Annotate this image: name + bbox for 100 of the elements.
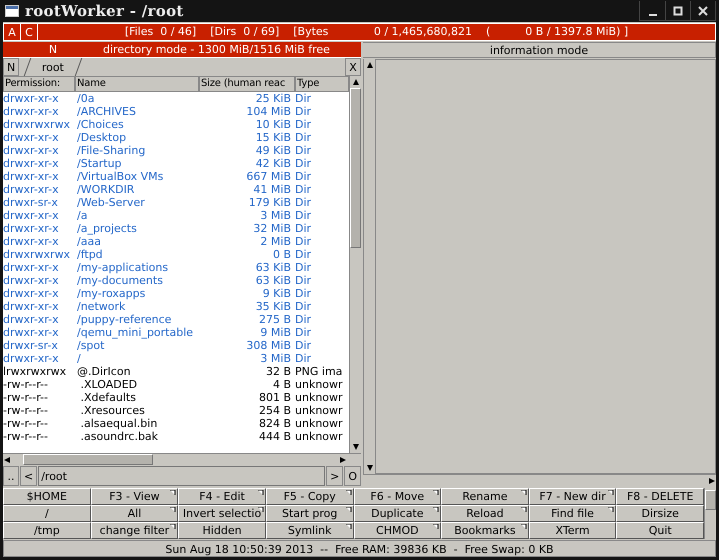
command-button[interactable]: F5 - Copy	[266, 488, 354, 505]
vertical-scrollbar[interactable]	[349, 76, 361, 453]
size-cell-text: 9 MiB	[259, 326, 292, 339]
name-cell-text: @.DirIcon	[76, 365, 132, 378]
new-tab-button[interactable]: N	[3, 58, 20, 76]
permissions-cell-text: drwxr-xr-x	[3, 131, 60, 144]
name-cell-text: /puppy-reference	[76, 313, 172, 326]
command-button[interactable]: Symlink	[266, 522, 354, 539]
close-tab-button[interactable]: X	[345, 58, 361, 76]
mode-label: directory mode - 1300 MiB/1516 MiB free	[103, 42, 330, 57]
forward-button[interactable]: >	[326, 466, 344, 486]
horizontal-scrollbar[interactable]	[3, 453, 361, 465]
column-header[interactable]: Size (human reac	[199, 76, 295, 92]
name-cell-text: /my-roxapps	[76, 287, 146, 300]
command-button[interactable]: Find file	[528, 505, 616, 522]
type-cell-text: Dir	[295, 196, 312, 209]
scroll-thumb[interactable]	[705, 490, 716, 510]
permissions-cell-text: drwxr-xr-x	[3, 92, 60, 105]
size-cell-text: 2 MiB	[259, 235, 292, 248]
type-cell-text: Dir	[295, 235, 312, 248]
scroll-right-icon[interactable]	[708, 476, 716, 484]
name-cell-text: /a_projects	[76, 222, 138, 235]
command-button[interactable]: CHMOD	[354, 522, 442, 539]
name-cell-text: /Desktop	[76, 131, 128, 144]
command-button[interactable]: F7 - New dir	[528, 488, 616, 505]
command-button[interactable]: /	[3, 505, 91, 522]
column-header[interactable]: Type	[295, 76, 349, 92]
command-button[interactable]: Bookmarks	[441, 522, 529, 539]
scroll-thumb[interactable]	[23, 454, 153, 465]
permissions-cell-text: drwxr-xr-x	[3, 170, 60, 183]
column-header[interactable]: Name	[75, 76, 199, 92]
permissions-cell-text: drwxr-xr-x	[3, 352, 60, 365]
parent-dir-button[interactable]: ..	[3, 466, 19, 486]
command-button[interactable]: change filter	[90, 522, 178, 539]
size-cell-text: 63 KiB	[254, 261, 292, 274]
permissions-cell-text: drwxr-xr-x	[3, 313, 60, 326]
permissions-cell-text: drwxr-sr-x	[3, 196, 59, 209]
horizontal-scrollbar[interactable]	[363, 474, 716, 486]
type-cell-text: unknowr	[295, 430, 344, 443]
type-cell-text: Dir	[295, 326, 312, 339]
command-button[interactable]: F4 - Edit	[178, 488, 266, 505]
vertical-scrollbar[interactable]	[363, 59, 375, 474]
permissions-cell-text: drwxr-xr-x	[3, 274, 60, 287]
status-bar: Sun Aug 18 10:50:39 2013 -- Free RAM: 39836 KB - Free Swap: 0 KB	[3, 540, 716, 557]
type-cell-text: Dir	[295, 170, 312, 183]
command-button[interactable]: $HOME	[3, 488, 91, 505]
command-button[interactable]: Reload	[441, 505, 529, 522]
size-cell-text: 10 KiB	[254, 118, 292, 131]
command-button[interactable]: Invert selectio	[178, 505, 266, 522]
command-button[interactable]: Dirsize	[616, 505, 704, 522]
permissions-cell-text: drwxrwxrwx	[3, 248, 72, 261]
command-button[interactable]: /tmp	[3, 522, 91, 539]
tab[interactable]: root	[24, 58, 83, 76]
scroll-up-icon[interactable]	[366, 61, 374, 69]
window-title: rootWorker - /root	[25, 2, 184, 20]
scroll-down-icon[interactable]	[366, 464, 374, 472]
command-button[interactable]: F6 - Move	[354, 488, 442, 505]
command-button[interactable]: Start prog	[266, 505, 354, 522]
column-header[interactable]: Permission:	[3, 76, 75, 92]
scroll-down-icon[interactable]	[352, 443, 360, 451]
size-cell-text: 32 B	[264, 365, 292, 378]
command-button[interactable]: Hidden	[178, 522, 266, 539]
size-cell-text: 824 B	[258, 417, 292, 430]
size-cell-text: 179 KiB	[248, 196, 292, 209]
size-cell-text: 41 MiB	[252, 183, 292, 196]
command-button[interactable]: All	[90, 505, 178, 522]
scroll-thumb[interactable]	[350, 88, 361, 248]
back-button[interactable]: <	[20, 466, 38, 486]
permissions-cell-text: drwxr-xr-x	[3, 209, 60, 222]
command-button[interactable]: Quit	[616, 522, 704, 539]
command-button[interactable]: Rename	[441, 488, 529, 505]
command-button[interactable]: Duplicate	[354, 505, 442, 522]
command-button[interactable]: XTerm	[528, 522, 616, 539]
type-cell-text: Dir	[295, 157, 312, 170]
size-cell-text: 42 KiB	[254, 157, 292, 170]
scroll-up-icon[interactable]	[352, 78, 360, 86]
vertical-scrollbar[interactable]	[704, 488, 716, 539]
type-cell-text: Dir	[295, 105, 312, 118]
scroll-right-icon[interactable]	[339, 456, 347, 464]
window-icon	[5, 5, 19, 17]
type-cell-text: Dir	[295, 339, 312, 352]
command-button[interactable]: F8 - DELETE	[616, 488, 704, 505]
type-cell-text: Dir	[295, 274, 312, 287]
path-field[interactable]: /root	[38, 466, 326, 486]
name-cell-text: /ftpd	[76, 248, 104, 261]
name-cell-text: .Xresources	[79, 404, 146, 417]
open-button[interactable]: O	[344, 466, 361, 486]
type-cell-text: PNG ima	[295, 365, 344, 378]
permissions-cell-text: drwxr-xr-x	[3, 105, 60, 118]
scroll-left-icon[interactable]	[3, 456, 11, 464]
size-cell-text: 15 KiB	[254, 131, 292, 144]
name-cell-text: .XLOADED	[79, 378, 138, 391]
command-button[interactable]: F3 - View	[90, 488, 178, 505]
permissions-cell-text: drwxr-xr-x	[3, 144, 60, 157]
close-icon	[698, 6, 708, 16]
name-cell-text: /VirtualBox VMs	[76, 170, 164, 183]
mode-button[interactable]: N	[3, 42, 103, 57]
name-cell-text: /WORKDIR	[76, 183, 136, 196]
permissions-cell-text: drwxr-xr-x	[3, 300, 60, 313]
permissions-cell-text: drwxr-sr-x	[3, 339, 59, 352]
